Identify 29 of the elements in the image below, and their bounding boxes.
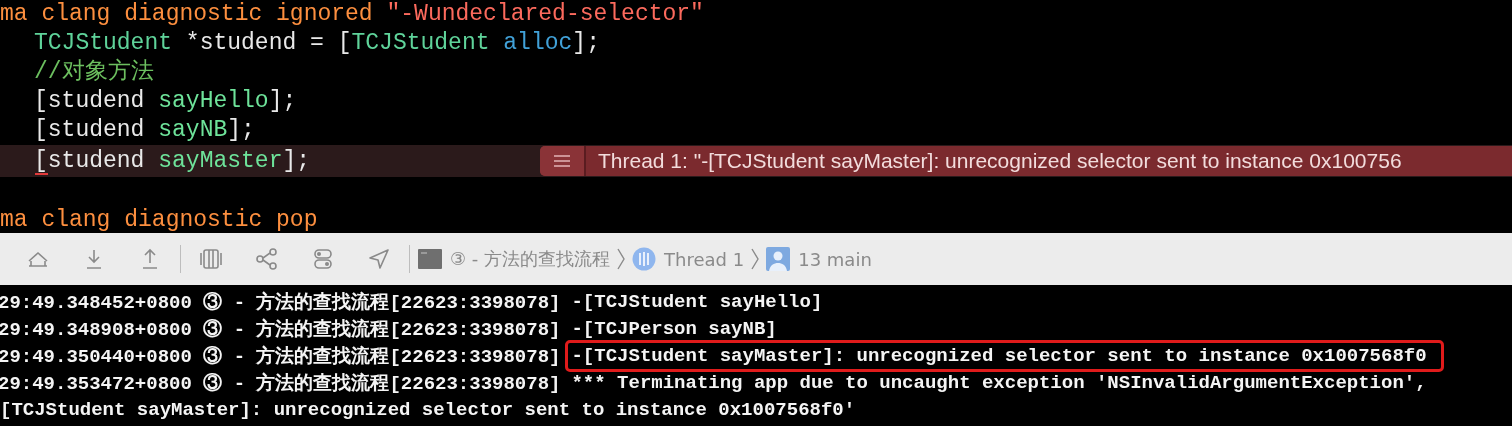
code-line: TCJStudent *studend = [TCJStudent alloc]; <box>34 30 600 57</box>
log-prefix: 29:49.350440+0800 ③ - 方法的查找流程[22623:3398078] <box>0 344 561 369</box>
log-message: -[TCJPerson sayNB] <box>571 317 777 340</box>
menu-icon[interactable] <box>540 146 586 176</box>
breadcrumb-item[interactable]: Thread 1 <box>664 248 745 270</box>
error-banner[interactable]: Thread 1: "-[TCJStudent sayMaster]: unrecognized selector sent to instance 0x100756 <box>540 146 1512 176</box>
code-line: ma clang diagnostic pop <box>0 207 318 233</box>
log-message: [TCJStudent sayMaster]: unrecognized selector sent to instance 0x1007568f0' <box>0 398 856 421</box>
thread-icon <box>632 247 657 271</box>
graph-icon[interactable] <box>254 247 280 271</box>
log-prefix: 29:49.348452+0800 ③ - 方法的查找流程[22623:3398078] <box>0 290 561 315</box>
log-message: -[TCJStudent sayMaster]: unrecognized selector sent to instance 0x1007568f0 <box>565 339 1444 372</box>
breadcrumb-item[interactable]: 13 main <box>798 248 872 270</box>
location-arrow-icon[interactable] <box>366 247 392 271</box>
error-message: Thread 1: "-[TCJStudent sayMaster]: unrecognized selector sent to instance 0x100756 <box>597 149 1402 173</box>
code-line: [studend sayNB]; <box>34 117 255 144</box>
log-prefix: 29:49.353472+0800 ③ - 方法的查找流程[22623:3398078] <box>0 371 561 396</box>
log-prefix: 29:49.348908+0800 ③ - 方法的查找流程[22623:3398078] <box>0 317 561 342</box>
user-icon <box>766 247 791 271</box>
code-line: [studend sayHello]; <box>34 88 297 115</box>
panels-icon[interactable] <box>198 247 224 271</box>
chevron-icon <box>750 247 761 271</box>
terminal-icon <box>418 249 442 269</box>
chevron-icon <box>616 247 627 271</box>
breadcrumb-item[interactable]: ③ - 方法的查找流程 <box>450 247 611 271</box>
code-line: ma clang diagnostic ignored "-Wundeclared-selector" <box>0 1 704 28</box>
code-line: //对象方法 <box>34 59 154 86</box>
log-message: -[TCJStudent sayHello] <box>571 290 823 313</box>
log-message: *** Terminating app due to uncaught exception 'NSInvalidArgumentException', <box>571 371 1427 394</box>
